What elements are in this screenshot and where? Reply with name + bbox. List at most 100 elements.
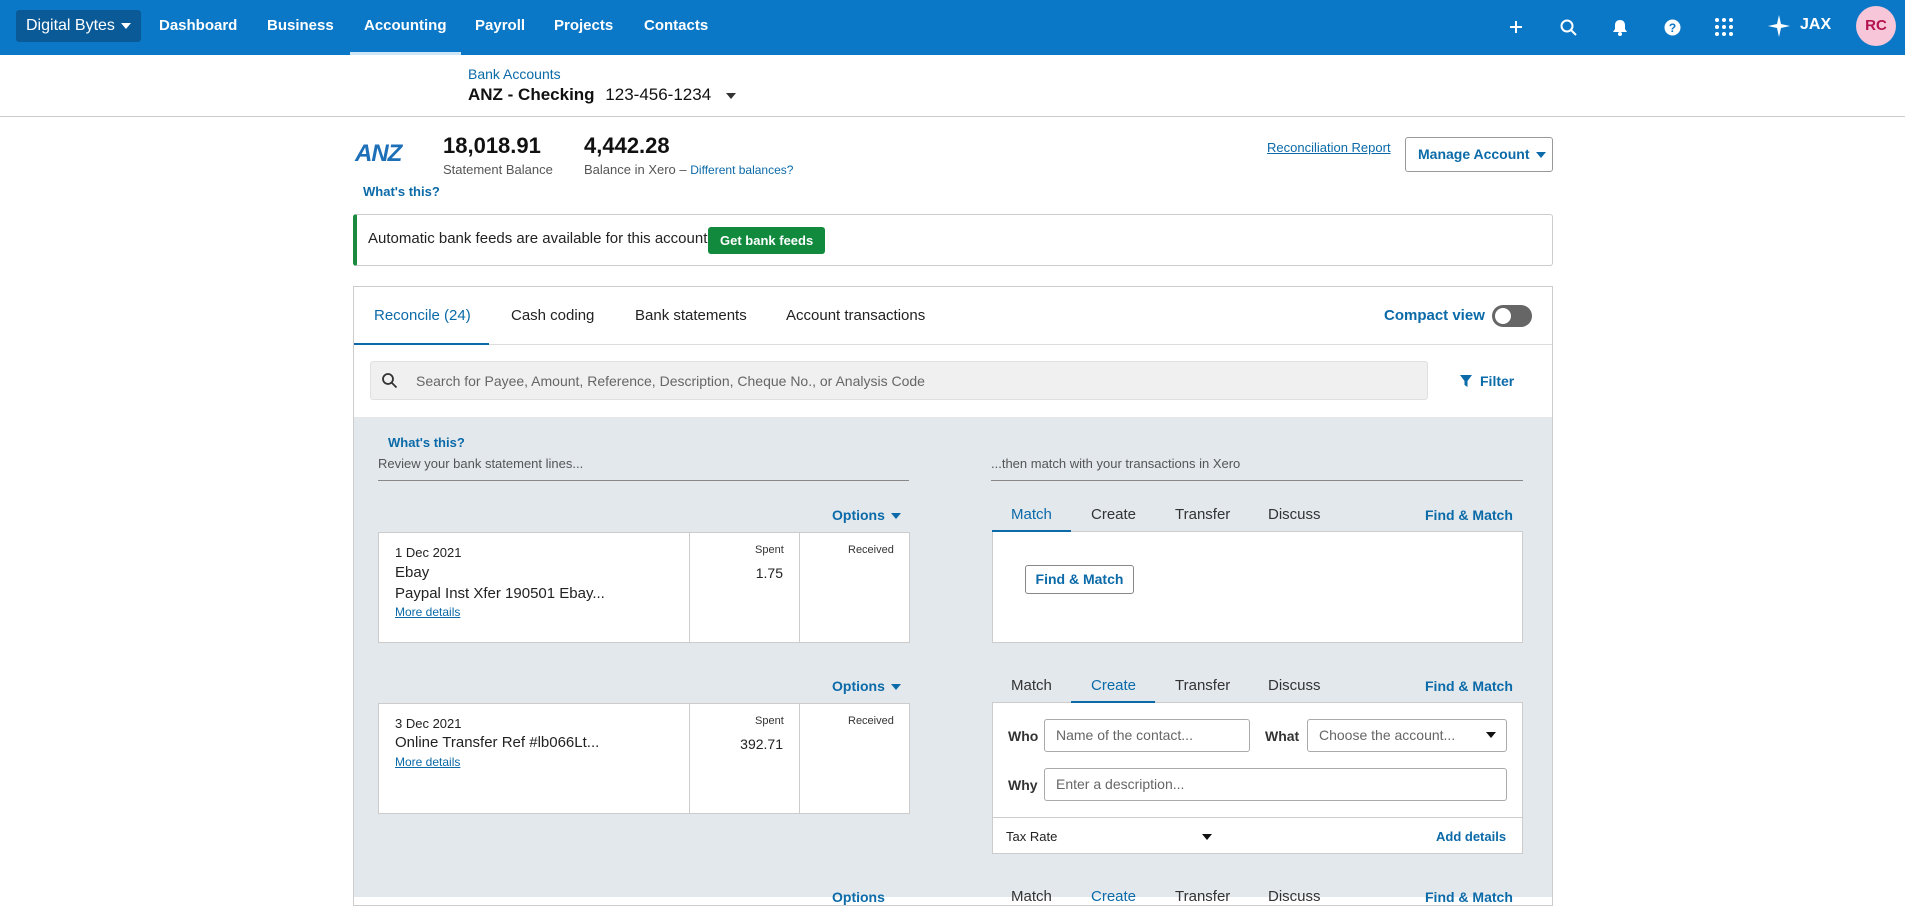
get-bank-feeds-button[interactable]: Get bank feeds xyxy=(708,227,826,254)
add-details-link[interactable]: Add details xyxy=(1436,829,1506,844)
tab-transfer[interactable]: Transfer xyxy=(1175,677,1230,694)
spent-amount: 392.71 xyxy=(740,736,783,752)
top-navigation-bar: Digital Bytes Dashboard Business Account… xyxy=(0,0,1905,55)
chevron-down-icon xyxy=(1202,834,1212,840)
options-dropdown[interactable]: Options xyxy=(832,507,901,523)
nav-business[interactable]: Business xyxy=(267,0,334,55)
manage-account-button[interactable]: Manage Account xyxy=(1405,137,1553,172)
chevron-down-icon xyxy=(890,513,901,520)
bell-icon[interactable] xyxy=(1608,15,1632,39)
jax-assistant[interactable]: JAX xyxy=(1800,16,1831,34)
search-icon xyxy=(381,372,398,394)
filter-icon xyxy=(1460,375,1472,387)
nav-projects[interactable]: Projects xyxy=(554,0,613,55)
tab-account-transactions[interactable]: Account transactions xyxy=(786,307,925,324)
org-name: Digital Bytes xyxy=(26,17,115,34)
line-date: 3 Dec 2021 xyxy=(395,716,462,731)
tab-transfer[interactable]: Transfer xyxy=(1175,506,1230,523)
why-label: Why xyxy=(1008,777,1038,793)
plus-icon[interactable] xyxy=(1504,15,1528,39)
more-details-link[interactable]: More details xyxy=(395,755,460,769)
svg-text:?: ? xyxy=(1668,21,1675,35)
what-label: What xyxy=(1265,728,1300,744)
nav-payroll[interactable]: Payroll xyxy=(475,0,525,55)
separator: – xyxy=(679,162,687,177)
tab-discuss[interactable]: Discuss xyxy=(1268,888,1321,905)
filter-label: Filter xyxy=(1480,373,1515,389)
options-dropdown[interactable]: Options xyxy=(832,678,901,694)
anz-logo: ANZ xyxy=(355,140,402,167)
line-description: Paypal Inst Xfer 190501 Ebay... xyxy=(395,585,605,602)
tab-bank-statements[interactable]: Bank statements xyxy=(635,307,747,324)
divider xyxy=(993,817,1522,818)
spent-label: Spent xyxy=(755,715,784,727)
who-input[interactable]: Name of the contact... xyxy=(1044,719,1250,752)
nav-dashboard[interactable]: Dashboard xyxy=(159,0,237,55)
options-dropdown[interactable]: Options xyxy=(832,889,885,905)
compact-view-toggle[interactable] xyxy=(1492,305,1532,327)
more-details-link[interactable]: More details xyxy=(395,605,460,619)
whats-this-link[interactable]: What's this? xyxy=(388,435,465,450)
filter-button[interactable]: Filter xyxy=(1460,373,1514,389)
find-match-button[interactable]: Find & Match xyxy=(1025,565,1134,594)
search-bar xyxy=(370,361,1428,400)
tab-discuss[interactable]: Discuss xyxy=(1268,506,1321,523)
divider xyxy=(799,704,800,814)
help-icon[interactable]: ? xyxy=(1660,15,1684,39)
line-payee: Ebay xyxy=(395,564,430,581)
account-selector[interactable]: ANZ - Checking 123-456-1234 xyxy=(468,85,736,105)
reconciliation-report-link[interactable]: Reconciliation Report xyxy=(1267,140,1391,155)
why-input[interactable]: Enter a description... xyxy=(1044,768,1507,801)
options-label: Options xyxy=(832,678,885,694)
tab-match[interactable]: Match xyxy=(1011,677,1052,694)
breadcrumb[interactable]: Bank Accounts xyxy=(468,66,561,82)
line-description: Online Transfer Ref #lb066Lt... xyxy=(395,734,600,751)
chevron-down-icon xyxy=(890,684,901,691)
xero-balance-text: Balance in Xero xyxy=(584,162,676,177)
tab-cash-coding[interactable]: Cash coding xyxy=(511,307,594,324)
divider xyxy=(378,480,909,481)
tab-create[interactable]: Create xyxy=(1091,506,1136,523)
account-name: ANZ - Checking xyxy=(468,85,595,104)
account-number: 123-456-1234 xyxy=(605,85,712,104)
divider xyxy=(689,533,690,643)
sparkle-icon[interactable] xyxy=(1767,14,1791,38)
tab-reconcile[interactable]: Reconcile (24) xyxy=(374,307,471,324)
chevron-down-icon xyxy=(725,92,736,99)
nav-accounting[interactable]: Accounting xyxy=(350,0,461,55)
what-select[interactable]: Choose the account... xyxy=(1307,719,1507,752)
chevron-down-icon xyxy=(1486,732,1496,738)
who-label: Who xyxy=(1008,728,1039,744)
avatar[interactable]: RC xyxy=(1856,6,1896,46)
statement-balance-label: Statement Balance xyxy=(443,162,553,177)
chevron-down-icon xyxy=(1535,152,1546,159)
whats-this-link[interactable]: What's this? xyxy=(363,184,440,199)
tab-divider xyxy=(354,344,1552,345)
xero-balance: 4,442.28 xyxy=(584,133,670,158)
tab-discuss[interactable]: Discuss xyxy=(1268,677,1321,694)
search-input[interactable] xyxy=(416,362,1416,399)
organisation-switcher[interactable]: Digital Bytes xyxy=(16,10,141,42)
manage-account-label: Manage Account xyxy=(1418,146,1530,162)
tab-create[interactable]: Create xyxy=(1091,677,1136,694)
tab-transfer[interactable]: Transfer xyxy=(1175,888,1230,905)
xero-balance-label: Balance in Xero – Different balances? xyxy=(584,162,793,177)
search-icon[interactable] xyxy=(1556,15,1580,39)
find-match-link[interactable]: Find & Match xyxy=(1425,889,1513,905)
find-match-link[interactable]: Find & Match xyxy=(1425,507,1513,523)
divider xyxy=(689,704,690,814)
apps-grid-icon[interactable] xyxy=(1712,15,1736,39)
bank-feed-text: Automatic bank feeds are available for t… xyxy=(368,230,708,247)
tab-create[interactable]: Create xyxy=(1091,888,1136,905)
chevron-down-icon xyxy=(120,22,131,29)
tax-rate-select[interactable]: Tax Rate xyxy=(1006,829,1057,844)
find-match-link[interactable]: Find & Match xyxy=(1425,678,1513,694)
tab-match[interactable]: Match xyxy=(1011,506,1052,523)
different-balances-link[interactable]: Different balances? xyxy=(690,163,793,177)
active-tab-indicator xyxy=(354,343,489,345)
received-label: Received xyxy=(848,544,894,556)
tab-match[interactable]: Match xyxy=(1011,888,1052,905)
compact-view-label: Compact view xyxy=(1384,307,1485,324)
nav-contacts[interactable]: Contacts xyxy=(644,0,708,55)
divider xyxy=(799,533,800,643)
